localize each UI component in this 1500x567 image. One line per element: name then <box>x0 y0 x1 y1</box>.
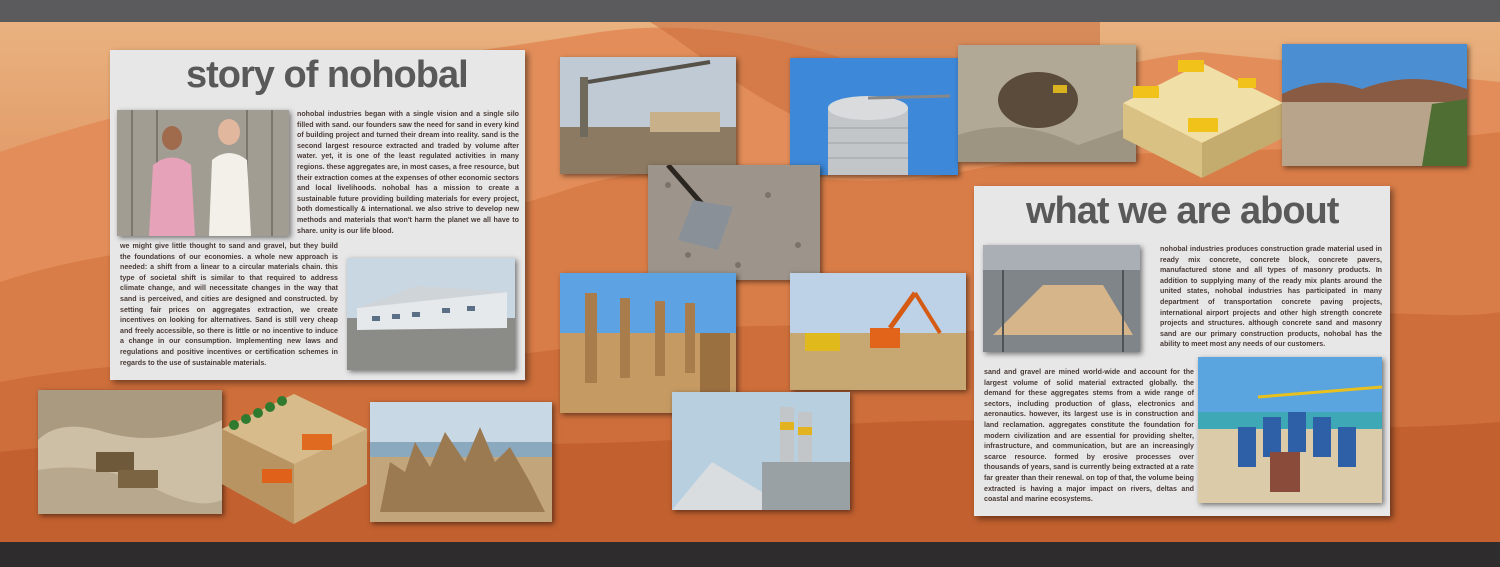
about-paragraph-2: sand and gravel are mined world-wide and… <box>984 368 1194 504</box>
story-paragraph-2: we might give little thought to sand and… <box>120 242 338 367</box>
mining-trucks-photo <box>38 390 222 514</box>
sand-ship-loader-photo <box>560 57 736 174</box>
isometric-quarry-illustration <box>222 389 367 524</box>
founders-photo <box>117 110 289 236</box>
silo-photo <box>790 58 958 175</box>
factory-photo <box>347 258 515 370</box>
excavator-photo <box>790 273 966 390</box>
excavation-site-photo <box>958 45 1136 162</box>
isometric-trucks-illustration <box>1118 38 1286 178</box>
dry-riverbed-photo <box>1282 44 1467 166</box>
sand-conveyor-facility-photo <box>983 245 1140 352</box>
shovel-in-gravel-photo <box>648 165 820 280</box>
about-paragraph-1: nohobal industries produces construction… <box>1160 245 1382 349</box>
story-paragraph-1: nohobal industries began with a single v… <box>297 110 519 235</box>
beach-volleyball-team-photo <box>1198 357 1382 503</box>
story-title: story of nohobal <box>186 54 469 96</box>
sandcastle-photo <box>370 402 552 522</box>
about-title: what we are about <box>1026 190 1339 232</box>
cement-plant-photo <box>672 392 850 510</box>
top-bar <box>0 0 1500 22</box>
bottom-bar <box>0 542 1500 567</box>
